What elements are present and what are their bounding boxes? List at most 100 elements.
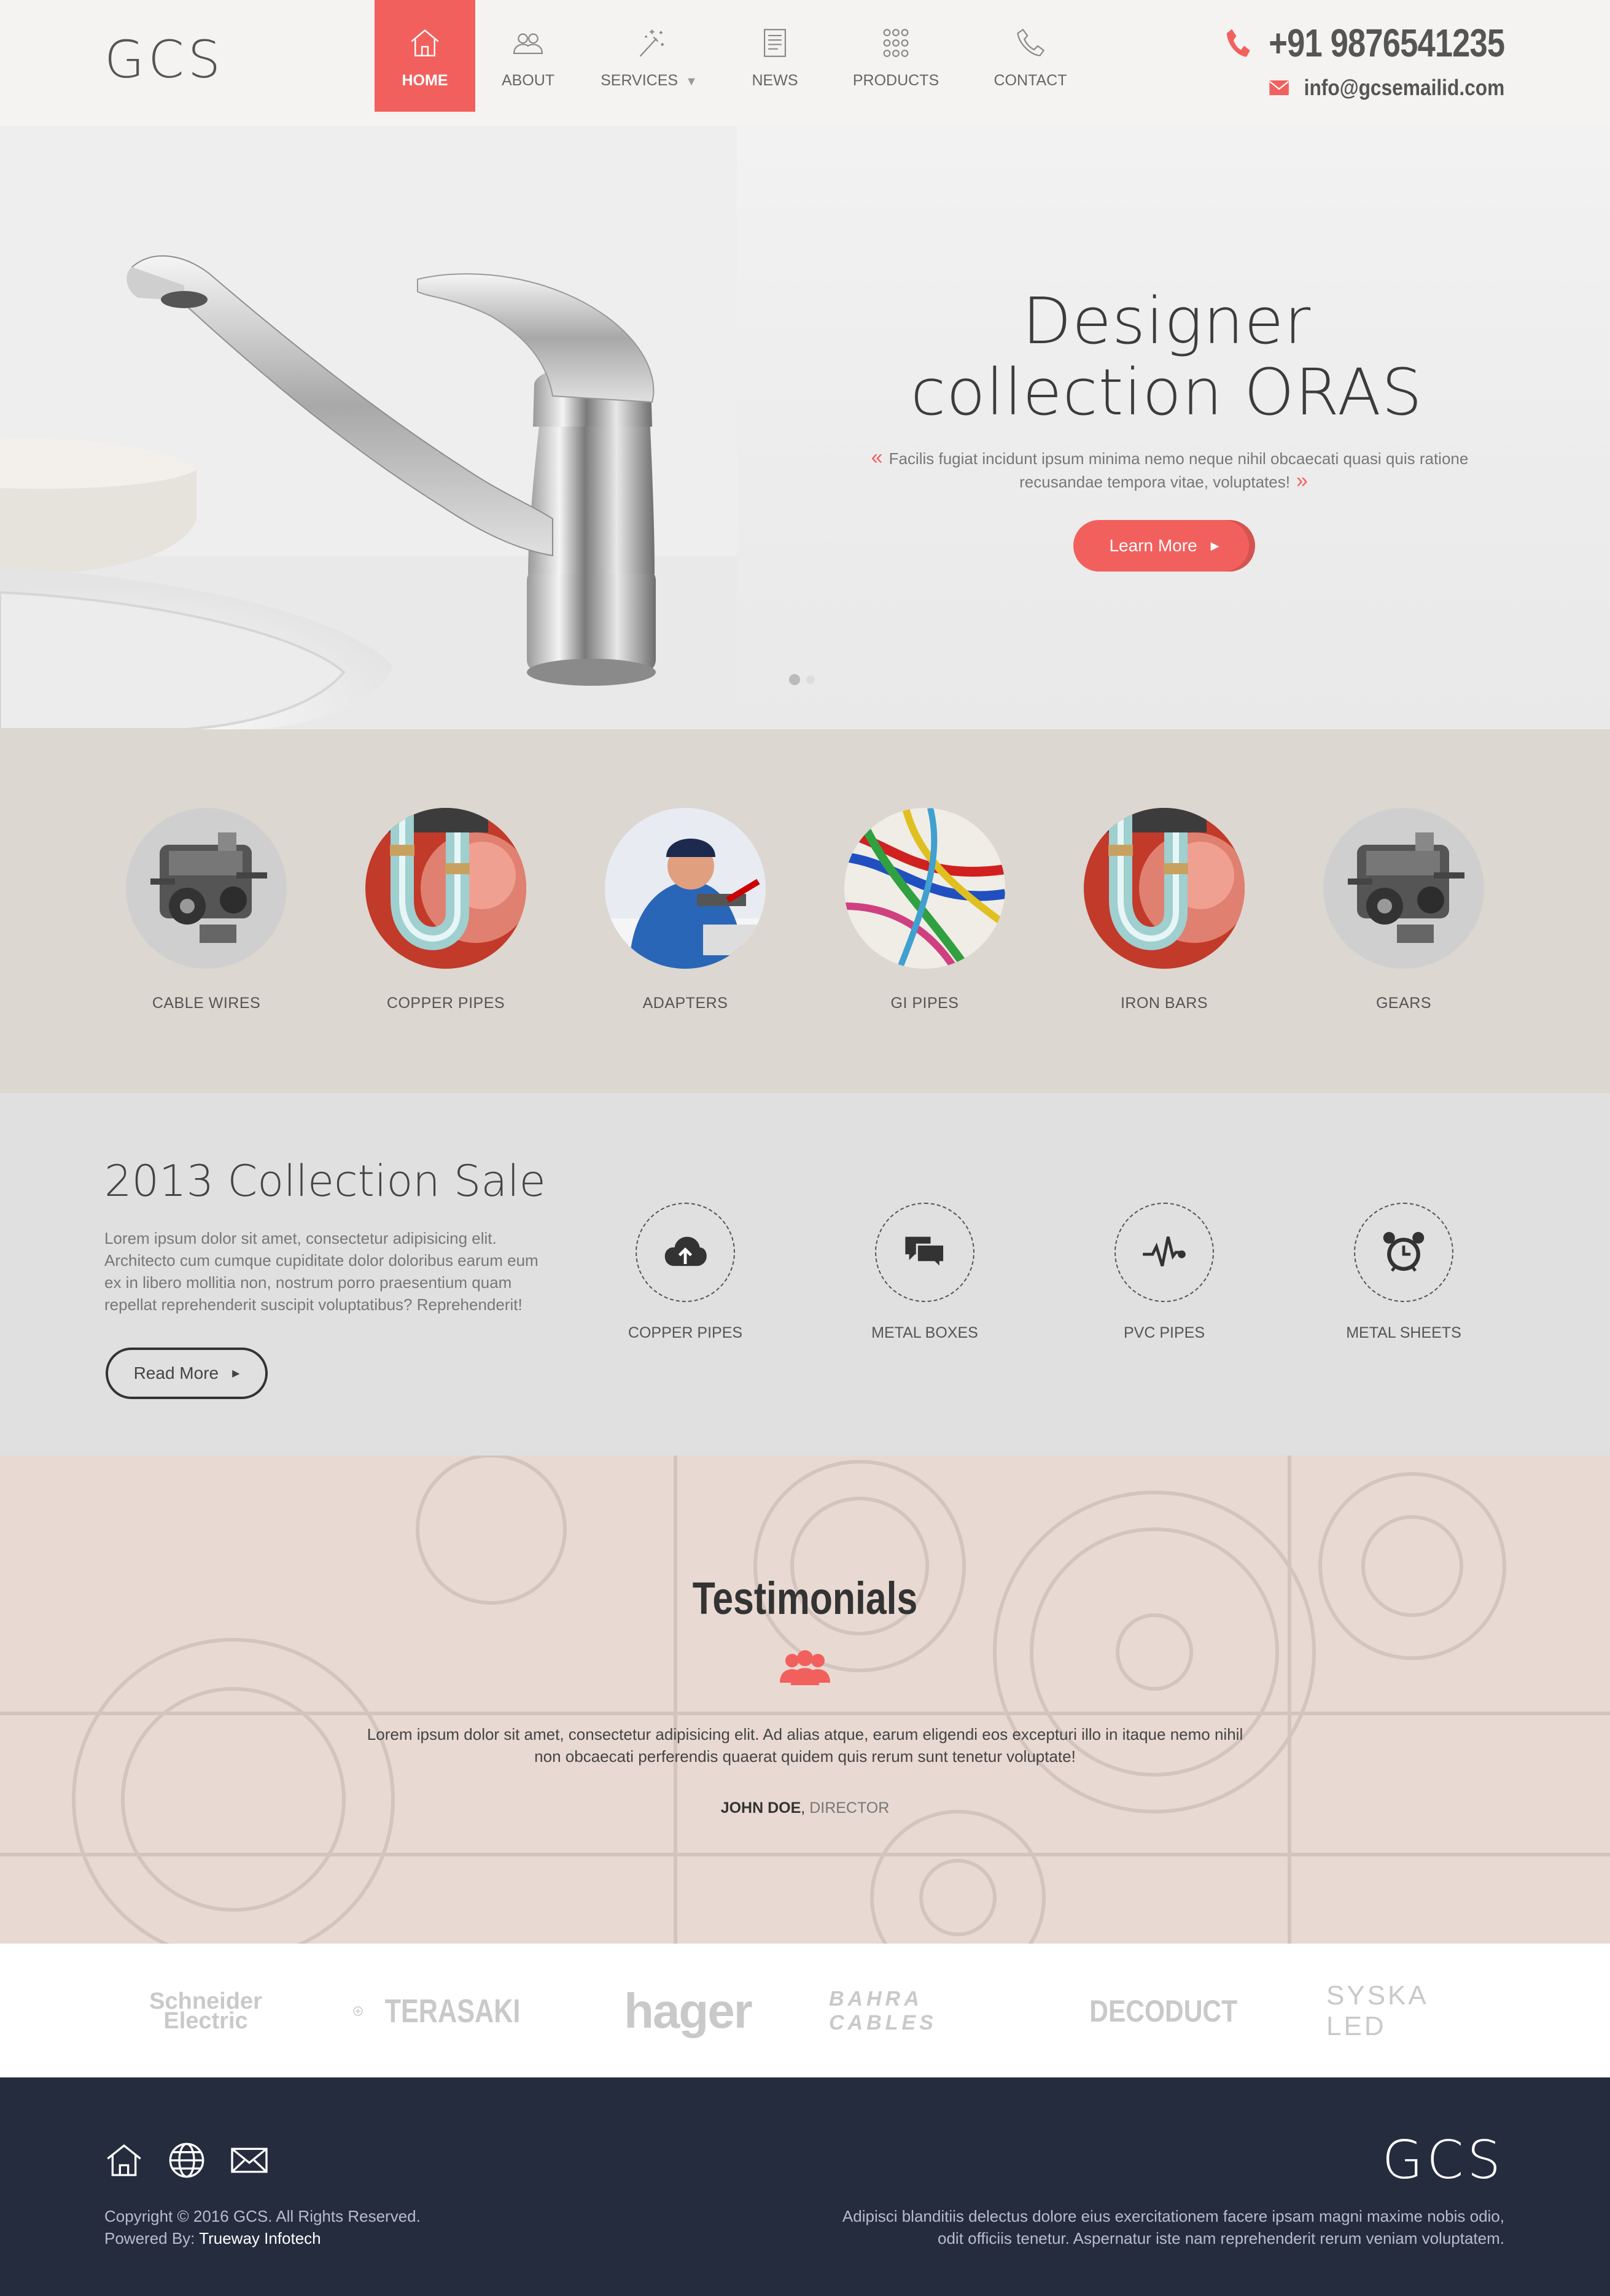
nav-label: SERVICES — [601, 72, 679, 89]
brand-logo-bahra[interactable]: BAHRA CABLES — [829, 1987, 1019, 2036]
nav-services[interactable]: SERVICES ▼ — [581, 0, 717, 112]
quote-close-icon: » — [1296, 469, 1308, 492]
hero-title-line1: Designer — [1022, 284, 1312, 359]
author-name: JOHN DOE — [720, 1799, 801, 1817]
hero-faucet-image — [0, 126, 737, 729]
category-label: ADAPTERS — [642, 995, 728, 1012]
brand-logos: Schneider Electric TERASAKI hager BAHRA … — [0, 1944, 1610, 2077]
category-item[interactable]: CABLE WIRES — [114, 808, 298, 1012]
slider-dot-2[interactable] — [806, 675, 815, 684]
powered-by-label: Powered By: — [104, 2229, 195, 2248]
nav-products[interactable]: PRODUCTS — [833, 0, 959, 112]
feature-icon-ring — [1354, 1203, 1453, 1302]
category-label: GI PIPES — [890, 995, 959, 1012]
footer-text: Adipisci blanditiis delectus dolore eius… — [842, 2207, 1504, 2248]
category-item[interactable]: COPPER PIPES — [354, 808, 538, 1012]
testimonial-author: JOHN DOE, DIRECTOR — [0, 1799, 1610, 1817]
category-item[interactable]: ADAPTERS — [593, 808, 777, 1012]
testimonial-text: Lorem ipsum dolor sit amet, consectetur … — [367, 1725, 1243, 1766]
alarm-clock-icon — [1383, 1231, 1425, 1272]
wires-image — [844, 808, 1005, 969]
copyright-text: Copyright © 2016 GCS. All Rights Reserve… — [104, 2207, 421, 2225]
page: GCS HOME ABOUT SERVICES ▼ NEWS PRODUCTS — [0, 0, 1610, 2296]
newspaper-icon — [763, 29, 787, 57]
nav-label: HOME — [402, 72, 448, 89]
chevron-down-icon: ▼ — [685, 75, 698, 88]
category-item[interactable]: GI PIPES — [833, 808, 1017, 1012]
footer-icons — [104, 2141, 269, 2180]
grid-dots-icon — [883, 29, 909, 57]
site-logo[interactable]: GCS — [104, 32, 224, 87]
nav-news[interactable]: NEWS — [717, 0, 833, 112]
nav-contact[interactable]: CONTACT — [959, 0, 1102, 112]
feature-item[interactable]: PVC PIPES — [1072, 1203, 1256, 1342]
brand-logo-hager[interactable]: hager — [608, 1984, 768, 2038]
main-nav: HOME ABOUT SERVICES ▼ NEWS PRODUCTS CONTA… — [375, 0, 1102, 112]
feature-item[interactable]: METAL SHEETS — [1312, 1203, 1496, 1342]
nav-label-row: SERVICES ▼ — [601, 72, 698, 90]
hero-title-line2: collection ORAS — [910, 355, 1423, 430]
read-more-button[interactable]: Read More ▶ — [106, 1348, 268, 1399]
mail-icon — [1269, 80, 1289, 95]
feature-label: METAL SHEETS — [1346, 1324, 1461, 1341]
nav-about[interactable]: ABOUT — [475, 0, 581, 112]
category-label: GEARS — [1375, 995, 1432, 1012]
header-email[interactable]: info@gcsemailid.com — [1204, 75, 1504, 101]
plumber-pipe-image — [1084, 808, 1245, 969]
arrow-right-icon: ▶ — [1210, 539, 1219, 552]
plumber-pipe-image — [365, 808, 526, 969]
gears-background-image — [0, 1456, 1610, 1944]
category-strip: CABLE WIRES COPPER PIPES ADAPTERS GI PIP… — [0, 729, 1610, 1093]
home-icon — [411, 29, 439, 56]
worker-image — [605, 808, 766, 969]
engine-image — [1323, 808, 1484, 969]
feature-label: COPPER PIPES — [628, 1324, 743, 1341]
globe-icon[interactable] — [167, 2141, 206, 2180]
brand-name: Schneider Electric — [149, 1992, 262, 2031]
brand-name: BAHRA CABLES — [829, 1987, 937, 2034]
brand-logo-terasaki[interactable]: TERASAKI — [353, 1987, 537, 2036]
brand-logo-schneider[interactable]: Schneider Electric — [141, 1987, 270, 2036]
nav-label: ABOUT — [501, 72, 555, 89]
author-separator: , — [801, 1799, 810, 1817]
header-contact: +91 9876541235 info@gcsemailid.com — [1163, 18, 1505, 101]
category-label: CABLE WIRES — [152, 995, 261, 1012]
arrow-right-icon: ▶ — [232, 1368, 240, 1379]
slider-dot-1[interactable] — [789, 674, 800, 685]
category-item[interactable]: GEARS — [1312, 808, 1496, 1012]
slider-dots — [789, 674, 815, 685]
nav-home[interactable]: HOME — [375, 0, 475, 112]
hero-quote-text: Facilis fugiat incidunt ipsum minima nem… — [889, 449, 1469, 491]
category-item[interactable]: IRON BARS — [1072, 808, 1256, 1012]
users-icon — [513, 33, 543, 55]
site-header: GCS HOME ABOUT SERVICES ▼ NEWS PRODUCTS — [0, 0, 1610, 126]
mail-icon[interactable] — [230, 2141, 269, 2180]
powered-by-link[interactable]: Trueway Infotech — [199, 2229, 321, 2248]
testimonials-title: Testimonials — [692, 1573, 918, 1624]
chat-bubbles-icon — [905, 1236, 946, 1271]
pulse-icon — [1143, 1236, 1186, 1266]
collection-sale-section: 2013 Collection Sale Lorem ipsum dolor s… — [0, 1093, 1610, 1456]
learn-more-button[interactable]: Learn More ▶ — [1073, 520, 1255, 572]
brand-name: hager — [624, 1984, 753, 2038]
category-label: COPPER PIPES — [386, 995, 505, 1012]
brand-logo-decoduct[interactable]: DECODUCT — [1068, 1987, 1259, 2036]
footer-copyright: Copyright © 2016 GCS. All Rights Reserve… — [104, 2205, 421, 2249]
header-phone[interactable]: +91 9876541235 — [1224, 18, 1505, 68]
brand-logo-syska[interactable]: SYSKA LED — [1326, 1980, 1486, 2041]
brand-name: TERASAKI — [384, 1993, 521, 2030]
read-more-label: Read More — [133, 1363, 219, 1383]
phone-number: +91 9876541235 — [1269, 21, 1505, 65]
cloud-upload-icon — [664, 1236, 707, 1266]
feature-item[interactable]: COPPER PIPES — [593, 1203, 777, 1342]
feature-item[interactable]: METAL BOXES — [833, 1203, 1017, 1342]
footer-logo[interactable]: GCS — [1382, 2133, 1504, 2188]
engine-image — [126, 808, 287, 969]
feature-icon-ring — [1114, 1203, 1214, 1302]
feature-label: METAL BOXES — [871, 1324, 978, 1341]
sale-title: 2013 Collection Sale — [104, 1156, 546, 1206]
email-address: info@gcsemailid.com — [1304, 75, 1504, 100]
powered-by: Powered By: Trueway Infotech — [104, 2227, 421, 2249]
home-icon[interactable] — [104, 2141, 144, 2180]
brand-name: SYSKA LED — [1326, 1980, 1428, 2041]
